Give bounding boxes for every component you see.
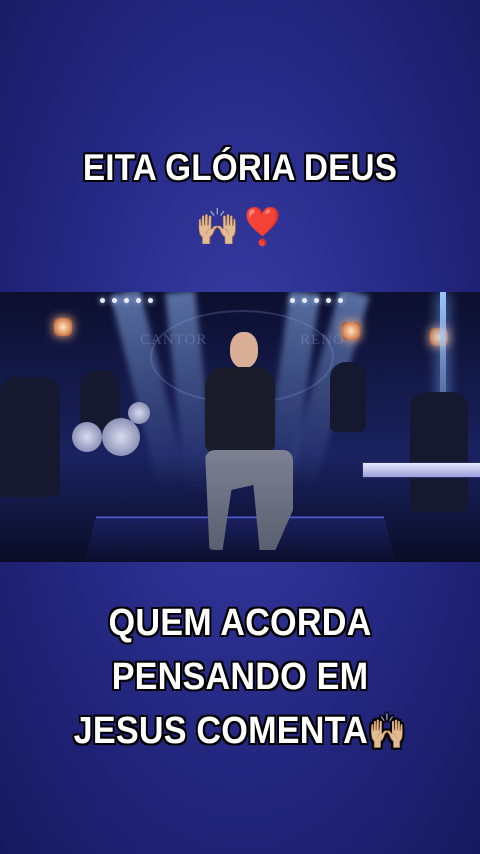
musician-bassist [330, 362, 366, 432]
bottom-caption-line-1: QUEM ACORDA [108, 602, 372, 644]
singer-head [230, 332, 258, 368]
drum [72, 422, 102, 452]
top-caption: EITA GLÓRIA DEUS [24, 146, 456, 190]
video-frame[interactable]: CANTOR RENO [0, 292, 480, 562]
ceiling-lamp [112, 298, 117, 303]
raising-hands-emoji: 🙌🏼 [368, 713, 407, 751]
drum [128, 402, 150, 424]
hex-lamp [54, 318, 72, 336]
bottom-caption-line-3-text: JESUS COMENTA [73, 710, 369, 752]
bottom-caption: QUEM ACORDA PENSANDO EM JESUS COMENTA🙌🏼 [24, 596, 456, 759]
bottom-caption-line-2: PENSANDO EM [111, 656, 369, 698]
singer-body [205, 367, 275, 452]
ceiling-lamp [124, 298, 129, 303]
musician-keyboardist [410, 392, 468, 512]
ceiling-lamp [290, 298, 295, 303]
keyboard [362, 462, 480, 478]
ceiling-lamp [100, 298, 105, 303]
ceiling-lamp [338, 298, 343, 303]
drum [102, 418, 140, 456]
watermark-right: RENO [300, 332, 345, 348]
ceiling-lamp [314, 298, 319, 303]
top-caption-emoji: 🙌🏼❣️ [195, 206, 285, 247]
watermark-left: CANTOR [140, 332, 208, 348]
ceiling-lamp [148, 298, 153, 303]
ceiling-lamp [136, 298, 141, 303]
ceiling-lamp [302, 298, 307, 303]
bottom-caption-line-3: JESUS COMENTA🙌🏼 [24, 704, 456, 759]
stage-floor [83, 516, 397, 562]
top-caption-text: EITA GLÓRIA DEUS [82, 147, 398, 188]
ceiling-lamp [326, 298, 331, 303]
musician-guitarist [0, 377, 60, 497]
